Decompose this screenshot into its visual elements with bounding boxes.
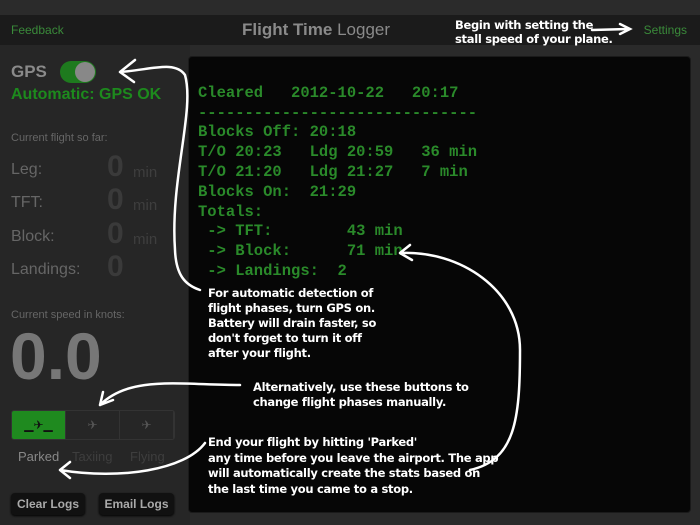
annotation-line: after your flight. <box>208 346 311 360</box>
annotation-line: For automatic detection of <box>208 286 374 300</box>
annotation-line: don't forget to turn it off <box>208 331 362 345</box>
parked-annotation: End your flight by hitting 'Parked' any t… <box>208 435 499 497</box>
settings-annotation: Begin with setting the stall speed of you… <box>455 18 613 46</box>
annotation-line: the last time you came to a stop. <box>208 481 413 496</box>
parked-arrow <box>58 441 207 480</box>
annotation-line: Battery will drain faster, so <box>208 316 377 330</box>
annotation-line: Alternatively, use these buttons to <box>253 380 469 394</box>
annotation-line: any time before you leave the airport. T… <box>208 450 499 465</box>
annotation-line: flight phases, turn GPS on. <box>208 301 375 315</box>
phases-arrow <box>98 382 242 407</box>
gps-arrow <box>118 58 202 292</box>
annotation-line: will automatically create the stats base… <box>208 466 480 480</box>
annotation-line: change flight phases manually. <box>253 395 447 409</box>
annotation-line: End your flight by hitting 'Parked' <box>208 435 418 449</box>
annotation-line: stall speed of your plane. <box>455 32 613 46</box>
gps-annotation: For automatic detection of flight phases,… <box>208 286 376 361</box>
annotation-line: Begin with setting the <box>455 18 594 32</box>
phases-annotation: Alternatively, use these buttons to chang… <box>253 380 469 410</box>
